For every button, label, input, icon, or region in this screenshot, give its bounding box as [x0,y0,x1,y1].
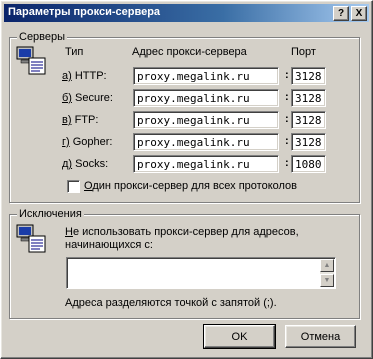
exceptions-note: Адреса разделяются точкой с запятой (;). [65,297,277,309]
ok-button[interactable]: OK [203,324,276,349]
same-proxy-checkbox[interactable] [67,180,80,193]
ftp-port-input[interactable]: 3128 [291,111,326,129]
help-button[interactable]: ? [333,6,349,21]
exceptions-group: Исключения Не использовать прокси-сервер… [9,208,360,319]
proxy-settings-dialog: Параметры прокси-сервера ? X Серверы Тип… [0,0,373,359]
ftp-address-input[interactable]: proxy.megalink.ru [133,111,279,129]
socks-address-input[interactable]: proxy.megalink.ru [133,155,279,173]
gopher-label: г) Gopher: [62,136,113,148]
http-address-input[interactable]: proxy.megalink.ru [133,67,279,85]
exceptions-group-label: Исключения [17,208,84,220]
gopher-port-input[interactable]: 3128 [291,133,326,151]
secure-label: б) Secure: [62,92,113,104]
close-button[interactable]: X [351,6,367,21]
column-header-address: Адрес прокси-сервера [132,46,247,58]
ftp-label: в) FTP: [62,114,99,126]
exceptions-description-line1: Не использовать прокси-сервер для адресо… [65,226,299,238]
servers-group: Серверы Тип Адрес прокси-сервера Порт а)… [9,31,360,203]
gopher-address-input[interactable]: proxy.megalink.ru [133,133,279,151]
http-port-input[interactable]: 3128 [291,67,326,85]
exceptions-description-line2: начинающихся с: [65,239,153,251]
network-computer-icon [16,224,46,253]
column-header-type: Тип [65,46,84,58]
scroll-down-icon[interactable]: ▼ [320,274,334,287]
cancel-button[interactable]: Отмена [285,325,356,348]
secure-port-input[interactable]: 3128 [291,89,326,107]
network-computer-icon [16,46,46,75]
exceptions-scrollbar[interactable]: ▲ ▼ [320,259,334,287]
window-title: Параметры прокси-сервера [8,6,161,18]
exceptions-textarea[interactable]: ▲ ▼ [66,257,336,289]
socks-label: д) Socks: [62,158,109,170]
same-proxy-label[interactable]: Один прокси-сервер для всех протоколов [84,180,297,192]
secure-address-input[interactable]: proxy.megalink.ru [133,89,279,107]
title-bar[interactable]: Параметры прокси-сервера ? X [4,4,369,22]
scroll-up-icon[interactable]: ▲ [320,259,334,272]
servers-group-label: Серверы [17,31,68,43]
socks-port-input[interactable]: 1080 [291,155,326,173]
column-header-port: Порт [291,46,316,58]
http-label: а) HTTP: [62,70,107,82]
